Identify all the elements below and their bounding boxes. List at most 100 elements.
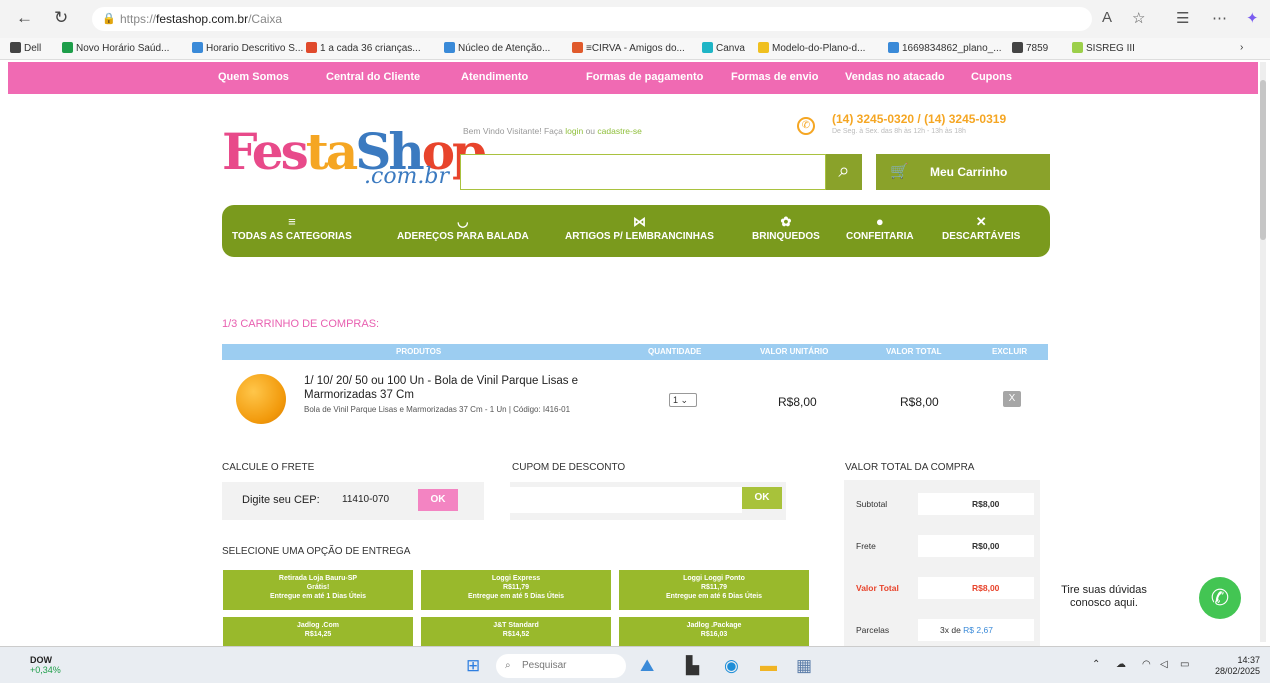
taskbar-search[interactable]: ⌕ Pesquisar (496, 654, 626, 678)
register-link[interactable]: cadastre-se (597, 126, 641, 136)
url-path: /Caixa (248, 12, 283, 26)
summary-parcelas-row: Parcelas 3x de R$ 2,67 (844, 616, 1040, 644)
bookmark-item[interactable]: 7859 (1012, 42, 1048, 54)
mask-icon: ◡ (457, 214, 469, 229)
bookmark-favicon-icon (1072, 42, 1083, 53)
delivery-option-loggi-ponto[interactable]: Loggi Loggi Ponto R$11,79 Entregue em até … (619, 570, 809, 610)
col-quantidade: QUANTIDADE (648, 347, 702, 356)
col-valor-unitario: VALOR UNITÁRIO (760, 347, 829, 356)
bookmarks-overflow-icon[interactable]: › (1240, 42, 1243, 53)
reload-icon[interactable]: ↻ (54, 8, 68, 28)
bookmark-item[interactable]: 1669834862_plano_... (888, 42, 1002, 54)
nav-formas-pagamento[interactable]: Formas de pagamento (586, 71, 703, 83)
delivery-option-retirada[interactable]: Retirada Loja Bauru-SP Grátis! Entregue em… (223, 570, 413, 610)
whatsapp-button[interactable]: ✆ (1199, 577, 1241, 619)
bookmark-favicon-icon (572, 42, 583, 53)
bookmark-favicon-icon (888, 42, 899, 53)
clock[interactable]: 14:37 28/02/2025 (1206, 655, 1260, 677)
battery-icon[interactable]: ▭ (1180, 659, 1189, 670)
chevron-down-icon: ⌄ (680, 395, 689, 405)
order-summary: Subtotal R$8,00 Frete R$0,00 Valor Total R$… (844, 480, 1040, 650)
category-adereco[interactable]: ◡ ADEREÇOS PARA BALADA (397, 213, 529, 242)
delivery-option-jadlog-package[interactable]: Jadlog .Package R$16,03 (619, 617, 809, 646)
delete-item-button[interactable]: X (1003, 391, 1021, 407)
phone-numbers: (14) 3245-0320 / (14) 3245-0319 (832, 112, 1007, 126)
read-aloud-icon[interactable]: A (1102, 9, 1112, 26)
category-confeitaria[interactable]: ● CONFEITARIA (846, 213, 914, 242)
chevron-up-icon[interactable]: ⌃ (1092, 659, 1100, 670)
nav-cupons[interactable]: Cupons (971, 71, 1012, 83)
bow-icon: ⋈ (632, 214, 646, 229)
product-image[interactable] (236, 374, 286, 424)
bookmark-item[interactable]: SISREG III (1072, 42, 1135, 54)
summary-frete-row: Frete R$0,00 (844, 532, 1040, 560)
site-logo[interactable]: FestaShop .com.br (222, 122, 487, 192)
copilot-icon[interactable]: ✦ (1246, 9, 1259, 27)
cep-input[interactable]: 11410-070 (342, 494, 389, 505)
bookmark-item[interactable]: Núcleo de Atenção... (444, 42, 550, 54)
bookmark-favicon-icon (192, 42, 203, 53)
search-button[interactable]: ⌕ (826, 154, 862, 190)
bookmark-item[interactable]: 1 a cada 36 crianças... (306, 42, 421, 54)
col-produtos: PRODUTOS (396, 347, 442, 356)
cake-icon: ● (875, 214, 884, 229)
delivery-title: SELECIONE UMA OPÇÃO DE ENTREGA (222, 546, 411, 557)
cep-ok-button[interactable]: OK (418, 489, 458, 511)
category-brinquedos[interactable]: ✿ BRINQUEDOS (752, 213, 820, 242)
explorer-icon[interactable]: ▬ (760, 656, 777, 676)
quantity-select[interactable]: 1 ⌄ (669, 393, 697, 407)
delivery-option-jadlog-com[interactable]: Jadlog .Com R$14,25 (223, 617, 413, 646)
category-lembrancinhas[interactable]: ⋈ ARTIGOS P/ LEMBRANCINHAS (565, 213, 714, 242)
coupon-title: CUPOM DE DESCONTO (512, 462, 626, 473)
calculator-icon[interactable]: ▦ (796, 656, 812, 676)
cutlery-icon: ✕ (975, 214, 987, 229)
line-total: R$8,00 (900, 395, 939, 409)
cart-table-header: PRODUTOS QUANTIDADE VALOR UNITÁRIO VALOR… (222, 344, 1048, 360)
bookmark-favicon-icon (758, 42, 769, 53)
volume-icon[interactable]: ◁ (1160, 659, 1168, 670)
cloud-icon[interactable]: ☁ (1116, 659, 1126, 670)
more-icon[interactable]: ⋯ (1212, 9, 1227, 27)
nav-central-cliente[interactable]: Central do Cliente (326, 71, 420, 83)
taskview-icon[interactable]: ▙ (686, 656, 699, 676)
product-name[interactable]: 1/ 10/ 20/ 50 ou 100 Un - Bola de Vinil … (304, 374, 604, 402)
delivery-option-loggi-express[interactable]: Loggi Express R$11,79 Entregue em até 5 Di… (421, 570, 611, 610)
login-link[interactable]: login (565, 126, 583, 136)
category-all[interactable]: ≡ TODAS AS CATEGORIAS (232, 213, 352, 242)
back-icon[interactable]: ← (16, 8, 33, 28)
address-bar[interactable]: 🔒 https://festashop.com.br/Caixa (92, 7, 1092, 31)
nav-quem-somos[interactable]: Quem Somos (218, 71, 289, 83)
logo-domain: .com.br (364, 164, 450, 189)
bookmark-item[interactable]: Horario Descritivo S... (192, 42, 303, 54)
wifi-icon[interactable]: ◠ (1142, 659, 1151, 670)
bookmark-item[interactable]: Dell (10, 42, 41, 54)
favorites-icon[interactable]: ☰ (1176, 9, 1189, 27)
edge-icon[interactable]: ◉ (724, 656, 739, 676)
bookmark-item[interactable]: Modelo-do-Plano-d... (758, 42, 865, 54)
bookmark-item[interactable]: Novo Horário Saúd... (62, 42, 169, 54)
bookmark-item[interactable]: ≡CIRVA - Amigos do... (572, 42, 685, 54)
delivery-option-jt-standard[interactable]: J&T Standard R$14,52 (421, 617, 611, 646)
bookmark-favicon-icon (444, 42, 455, 53)
category-descartaveis[interactable]: ✕ DESCARTÁVEIS (942, 213, 1020, 242)
bookmark-item[interactable]: Canva (702, 42, 745, 54)
star-icon[interactable]: ☆ (1132, 9, 1145, 27)
cart-step-title: 1/3 CARRINHO DE COMPRAS: (222, 318, 380, 330)
weather-icon[interactable]: ⛰ (640, 656, 654, 676)
url-prefix: https:// (120, 12, 157, 26)
coupon-input[interactable] (510, 487, 742, 513)
nav-vendas-atacado[interactable]: Vendas no atacado (845, 71, 945, 83)
cep-label: Digite seu CEP: (242, 494, 320, 506)
start-icon[interactable]: ⊞ (466, 656, 480, 676)
nav-atendimento[interactable]: Atendimento (461, 71, 528, 83)
coupon-ok-button[interactable]: OK (742, 487, 782, 509)
bookmark-favicon-icon (62, 42, 73, 53)
stock-widget[interactable]: DOW +0,34% (16, 655, 61, 675)
search-icon: ⌕ (838, 160, 850, 182)
nav-formas-envio[interactable]: Formas de envio (731, 71, 818, 83)
my-cart-button[interactable]: 🛒 Meu Carrinho (876, 154, 1050, 190)
url-host: festashop.com.br (156, 12, 249, 26)
search-input[interactable] (460, 154, 826, 190)
coupon-form: OK (510, 482, 786, 520)
scrollbar-thumb[interactable] (1260, 80, 1266, 240)
